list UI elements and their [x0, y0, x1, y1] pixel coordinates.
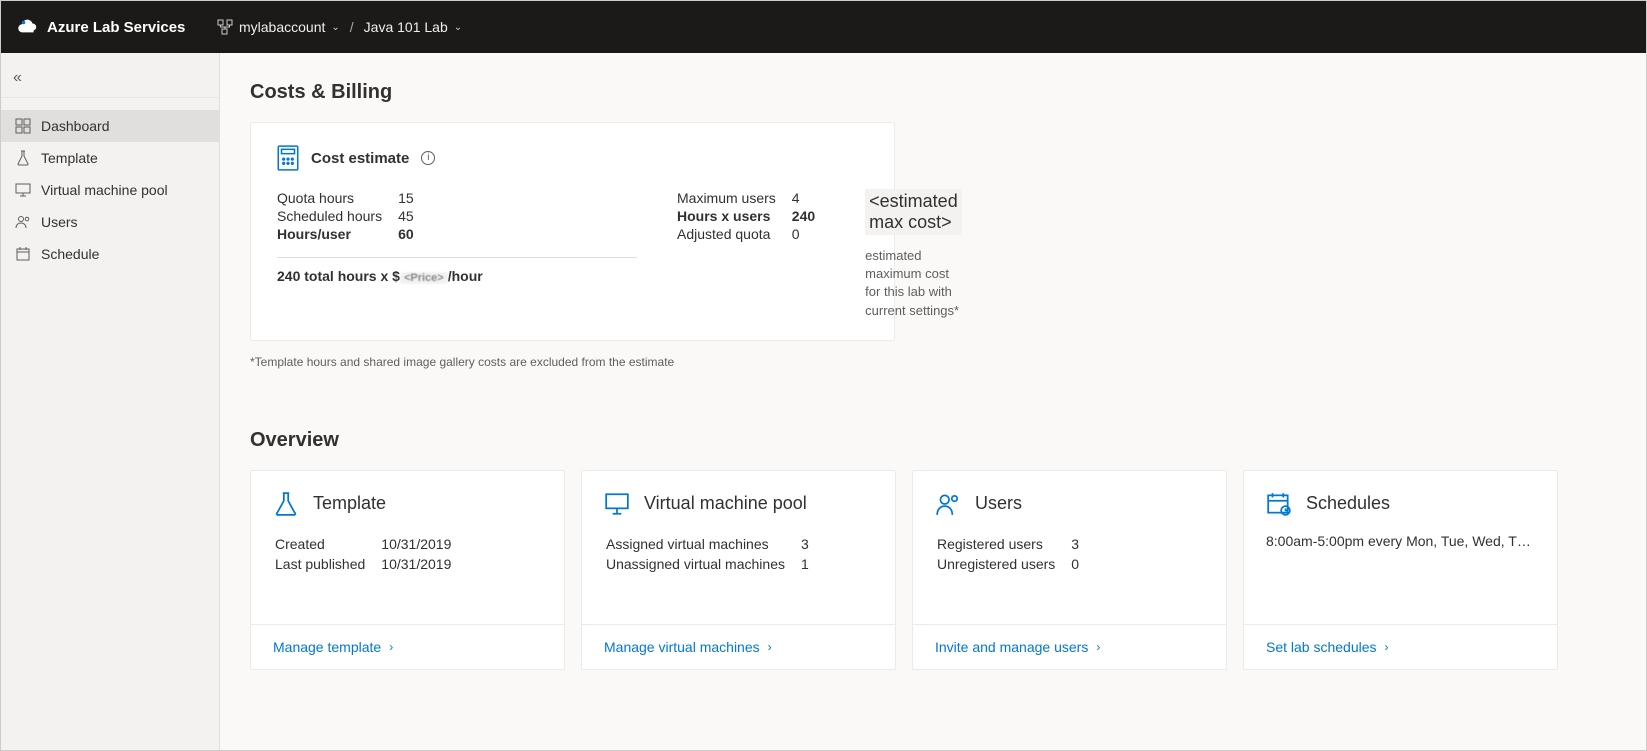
card-title: Users	[975, 493, 1022, 514]
card-title: Virtual machine pool	[644, 493, 807, 514]
main-content: Costs & Billing Cost estimate i Quota ho…	[220, 53, 1646, 750]
chevron-right-icon: ›	[1385, 640, 1389, 654]
calendar-icon	[15, 246, 31, 262]
sidebar-item-users[interactable]: Users	[1, 206, 219, 238]
unassigned-value: 1	[801, 555, 823, 573]
assigned-value: 3	[801, 535, 823, 553]
flask-icon	[273, 491, 299, 517]
max-users-label: Maximum users	[677, 189, 786, 207]
azure-cloud-icon	[17, 18, 39, 36]
users-icon	[935, 491, 961, 517]
cost-price-placeholder: <Price>	[400, 272, 448, 284]
breadcrumb-account[interactable]: mylabaccount ⌄	[217, 19, 340, 35]
cost-estimate-card: Cost estimate i Quota hours15 Scheduled …	[250, 122, 895, 341]
cost-right-column: <estimated max cost> estimated maximum c…	[865, 189, 962, 320]
quota-hours-label: Quota hours	[277, 189, 392, 207]
overview-card-vmpool: Virtual machine pool Assigned virtual ma…	[581, 470, 896, 670]
overview-grid: Template Created10/31/2019 Last publishe…	[250, 470, 1616, 670]
overview-card-schedules: Schedules 8:00am-5:00pm every Mon, Tue, …	[1243, 470, 1558, 670]
breadcrumb: mylabaccount ⌄ / Java 101 Lab ⌄	[217, 19, 462, 35]
hours-x-users-label: Hours x users	[677, 207, 786, 225]
cost-card-title: Cost estimate	[311, 150, 409, 167]
max-users-value: 4	[786, 189, 825, 207]
unassigned-label: Unassigned virtual machines	[606, 555, 799, 573]
unregistered-value: 0	[1071, 555, 1093, 573]
estimated-max-desc: estimated maximum cost for this lab with…	[865, 247, 962, 320]
monitor-icon	[604, 491, 630, 517]
cost-total-suffix: /hour	[448, 268, 483, 284]
assigned-label: Assigned virtual machines	[606, 535, 799, 553]
manage-template-link[interactable]: Manage template ›	[273, 639, 393, 655]
chevron-right-icon: ›	[389, 640, 393, 654]
cost-total-prefix: 240 total hours x $	[277, 268, 400, 284]
estimated-max-cost: <estimated max cost>	[865, 189, 962, 235]
topology-icon	[217, 19, 233, 35]
overview-card-users: Users Registered users3 Unregistered use…	[912, 470, 1227, 670]
quota-hours-value: 15	[392, 189, 424, 207]
sidebar-item-label: Schedule	[41, 246, 99, 262]
schedule-summary: 8:00am-5:00pm every Mon, Tue, Wed, Thu, …	[1266, 533, 1535, 549]
hours-per-user-label: Hours/user	[277, 225, 392, 243]
unregistered-label: Unregistered users	[937, 555, 1069, 573]
users-icon	[15, 214, 31, 230]
hours-x-users-value: 240	[786, 207, 825, 225]
collapse-sidebar-button[interactable]: «	[13, 69, 22, 86]
sidebar-item-label: Template	[41, 150, 98, 166]
manage-users-link[interactable]: Invite and manage users ›	[935, 639, 1100, 655]
chevron-down-icon: ⌄	[331, 22, 339, 33]
card-title: Template	[313, 493, 386, 514]
scheduled-hours-value: 45	[392, 207, 424, 225]
hours-per-user-value: 60	[392, 225, 424, 243]
manage-vms-link[interactable]: Manage virtual machines ›	[604, 639, 772, 655]
adjusted-quota-label: Adjusted quota	[677, 225, 786, 243]
calendar-clock-icon	[1266, 491, 1292, 517]
set-schedules-link[interactable]: Set lab schedules ›	[1266, 639, 1389, 655]
sidebar-item-template[interactable]: Template	[1, 142, 219, 174]
sidebar: « Dashboard Template Virtual machine poo…	[1, 53, 220, 750]
published-value: 10/31/2019	[381, 555, 465, 573]
monitor-icon	[15, 182, 31, 198]
sidebar-item-label: Dashboard	[41, 118, 110, 134]
cost-mid-column: Maximum users4 Hours x users240 Adjusted…	[677, 189, 825, 320]
dashboard-icon	[15, 118, 31, 134]
chevron-down-icon: ⌄	[454, 22, 462, 33]
sidebar-item-label: Users	[41, 214, 78, 230]
overview-card-template: Template Created10/31/2019 Last publishe…	[250, 470, 565, 670]
registered-value: 3	[1071, 535, 1093, 553]
breadcrumb-lab-label: Java 101 Lab	[364, 19, 448, 35]
registered-label: Registered users	[937, 535, 1069, 553]
cost-total-line: 240 total hours x $<Price>/hour	[277, 268, 637, 284]
costs-section-title: Costs & Billing	[250, 81, 1616, 104]
chevron-right-icon: ›	[768, 640, 772, 654]
calculator-icon	[277, 145, 299, 171]
cost-footnote: *Template hours and shared image gallery…	[250, 355, 1616, 369]
link-label: Manage template	[273, 639, 381, 655]
created-label: Created	[275, 535, 379, 553]
sidebar-item-schedule[interactable]: Schedule	[1, 238, 219, 270]
overview-section-title: Overview	[250, 429, 1616, 452]
card-title: Schedules	[1306, 493, 1390, 514]
breadcrumb-separator: /	[350, 19, 354, 35]
top-bar: Azure Lab Services mylabaccount ⌄ / Java…	[1, 1, 1646, 53]
breadcrumb-account-label: mylabaccount	[239, 19, 325, 35]
sidebar-item-vmpool[interactable]: Virtual machine pool	[1, 174, 219, 206]
brand[interactable]: Azure Lab Services	[17, 18, 217, 36]
link-label: Invite and manage users	[935, 639, 1088, 655]
adjusted-quota-value: 0	[786, 225, 825, 243]
cost-left-column: Quota hours15 Scheduled hours45 Hours/us…	[277, 189, 637, 320]
chevron-right-icon: ›	[1096, 640, 1100, 654]
link-label: Set lab schedules	[1266, 639, 1377, 655]
sidebar-item-dashboard[interactable]: Dashboard	[1, 110, 219, 142]
sidebar-item-label: Virtual machine pool	[41, 182, 168, 198]
brand-label: Azure Lab Services	[47, 19, 185, 36]
created-value: 10/31/2019	[381, 535, 465, 553]
published-label: Last published	[275, 555, 379, 573]
flask-icon	[15, 150, 31, 166]
info-icon[interactable]: i	[421, 151, 435, 165]
breadcrumb-lab[interactable]: Java 101 Lab ⌄	[364, 19, 462, 35]
scheduled-hours-label: Scheduled hours	[277, 207, 392, 225]
link-label: Manage virtual machines	[604, 639, 760, 655]
